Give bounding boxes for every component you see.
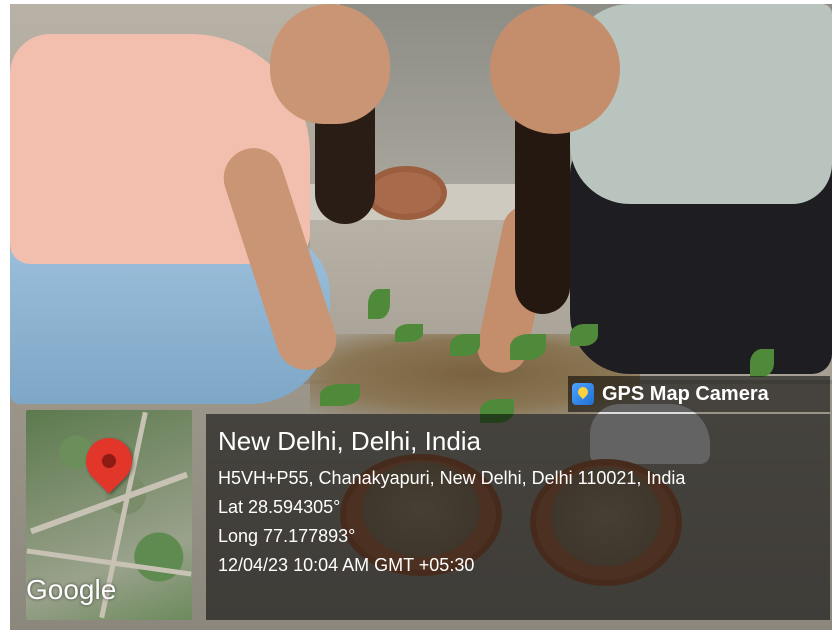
datetime: 12/04/23 10:04 AM GMT +05:30 — [218, 555, 475, 575]
map-pin-dot — [102, 454, 116, 468]
brand-label: GPS Map Camera — [602, 382, 769, 405]
plant-leaf — [510, 334, 546, 360]
address: H5VH+P55, Chanakyapuri, New Delhi, Delhi… — [218, 468, 686, 488]
place-title: New Delhi, Delhi, India — [218, 426, 482, 456]
plant-leaf — [570, 324, 598, 346]
latitude: Lat 28.594305° — [218, 497, 341, 517]
plant-leaf — [450, 334, 480, 356]
person-right-head — [490, 4, 620, 134]
plant-leaf — [368, 289, 390, 319]
pot-top — [365, 166, 447, 220]
location-info-panel: New Delhi, Delhi, India H5VH+P55, Chanak… — [206, 414, 830, 620]
map-provider-label: Google — [26, 574, 117, 605]
plant-leaf — [395, 324, 423, 342]
person-left-head — [270, 4, 390, 124]
plant-leaf — [750, 349, 774, 377]
plant-leaf — [320, 384, 360, 406]
longitude: Long 77.177893° — [218, 526, 356, 546]
gps-map-camera-brand: GPS Map Camera — [568, 376, 830, 412]
map-camera-icon — [572, 383, 594, 405]
map-thumbnail: Google — [26, 410, 192, 620]
